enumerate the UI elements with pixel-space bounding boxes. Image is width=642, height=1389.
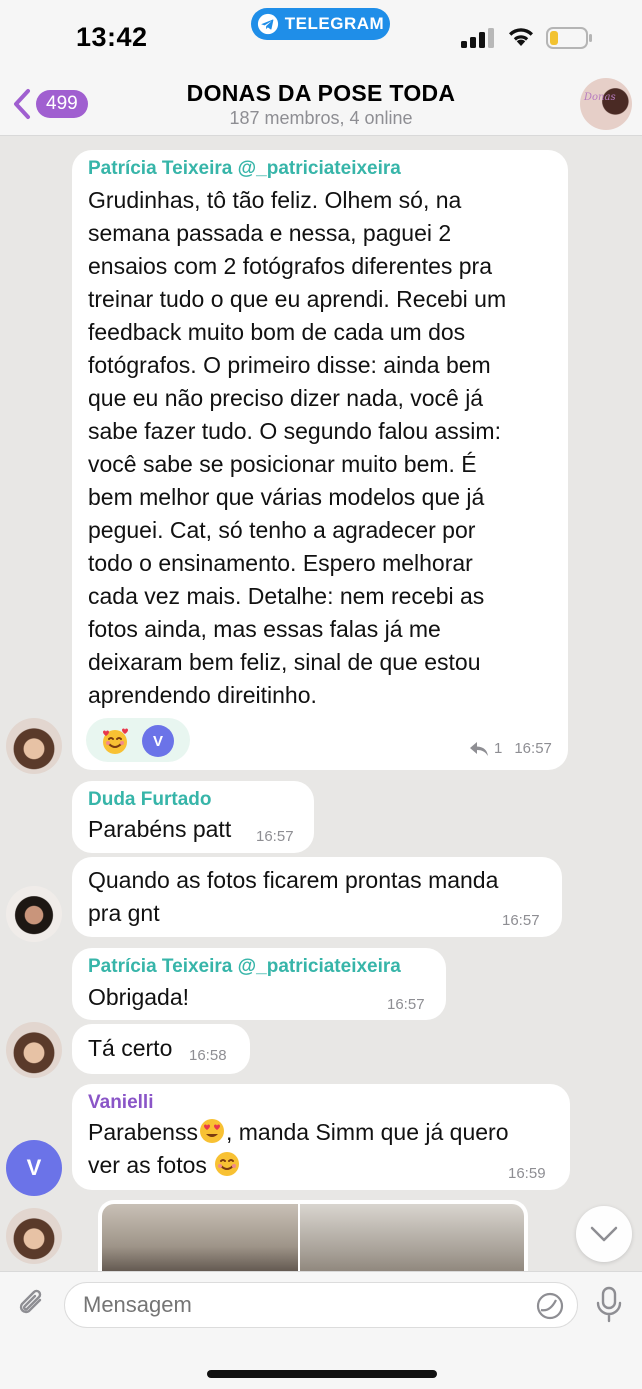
chat-title[interactable]: DONAS DA POSE TODA [0,80,642,107]
smiling-emoji-icon [215,1152,240,1176]
message-bubble[interactable]: Patrícia Teixeira @_patriciateixeira Obr… [72,948,446,1020]
message-bubble[interactable]: Duda Furtado Parabéns patt 16:57 [72,781,314,853]
reaction-user-avatar: V [142,725,174,757]
message-bubble[interactable]: Quando as fotos ficarem prontas manda pr… [72,857,562,937]
avatar[interactable]: V [6,1140,62,1196]
telegram-icon [257,13,278,35]
status-bar: 13:42 TELEGRAM [0,0,642,70]
reply-arrow-icon [470,741,488,756]
message-time: 16:59 [508,1165,546,1182]
message-sender[interactable]: Duda Furtado [88,789,212,811]
smiling-face-with-hearts-icon [103,728,128,754]
signal-icon [461,28,494,48]
chevron-down-icon [590,1226,618,1242]
message-text: Parabéns patt [88,816,232,842]
group-avatar[interactable]: Donas [580,78,632,130]
avatar[interactable] [6,886,62,942]
message-bubble[interactable]: Vanielli Parabenss, manda Simm que já qu… [72,1084,570,1190]
scroll-to-bottom-button[interactable] [576,1206,632,1262]
message-sender[interactable]: Vanielli [88,1092,153,1114]
message-time: 16:57 [256,828,294,845]
message-time: 16:57 [502,912,540,929]
message-text: Grudinhas, tô tão feliz. Olhem só, na se… [88,187,507,708]
message-text: Tá certo [88,1035,173,1061]
avatar[interactable] [6,718,62,774]
message-time: 16:58 [189,1047,227,1064]
message-text: Quando as fotos ficarem prontas manda pr… [88,867,499,926]
message-time: 16:57 [514,740,552,757]
home-indicator [207,1370,437,1378]
paperclip-icon[interactable] [16,1286,48,1322]
message-time: 16:57 [387,996,425,1013]
photo-thumbnail[interactable] [300,1204,524,1272]
group-avatar-logo: Donas [584,92,616,103]
reply-count: 1 [494,740,503,757]
chat-subtitle: 187 membros, 4 online [229,108,413,128]
wifi-icon [509,28,533,46]
message-text: Obrigada! [88,984,190,1010]
heart-eyes-emoji-icon [199,1119,224,1143]
chat-header: 499 DONAS DA POSE TODA 187 membros, 4 on… [0,70,642,136]
message-bubble[interactable]: Tá certo 16:58 [72,1024,250,1074]
sticker-icon[interactable] [536,1292,564,1320]
telegram-pill-label: TELEGRAM [284,14,385,33]
status-time: 13:42 [76,22,148,52]
avatar[interactable] [6,1022,62,1078]
reaction-pill[interactable]: V [86,718,190,762]
photo-message[interactable] [98,1200,528,1272]
avatar[interactable] [6,1208,62,1264]
microphone-icon[interactable] [594,1286,624,1324]
message-sender[interactable]: Patrícia Teixeira @_patriciateixeira [88,956,401,978]
reply-info[interactable]: 1 16:57 [470,740,552,757]
message-sender[interactable]: Patrícia Teixeira @_patriciateixeira [88,158,401,180]
battery-icon [546,27,592,49]
message-bubble[interactable]: Patrícia Teixeira @_patriciateixeira Gru… [72,150,568,770]
message-text: Parabenss, manda Simm que já quero ver a… [88,1119,509,1178]
telegram-pill[interactable]: TELEGRAM [251,8,390,40]
message-input[interactable] [64,1282,578,1328]
photo-thumbnail[interactable] [102,1204,298,1272]
